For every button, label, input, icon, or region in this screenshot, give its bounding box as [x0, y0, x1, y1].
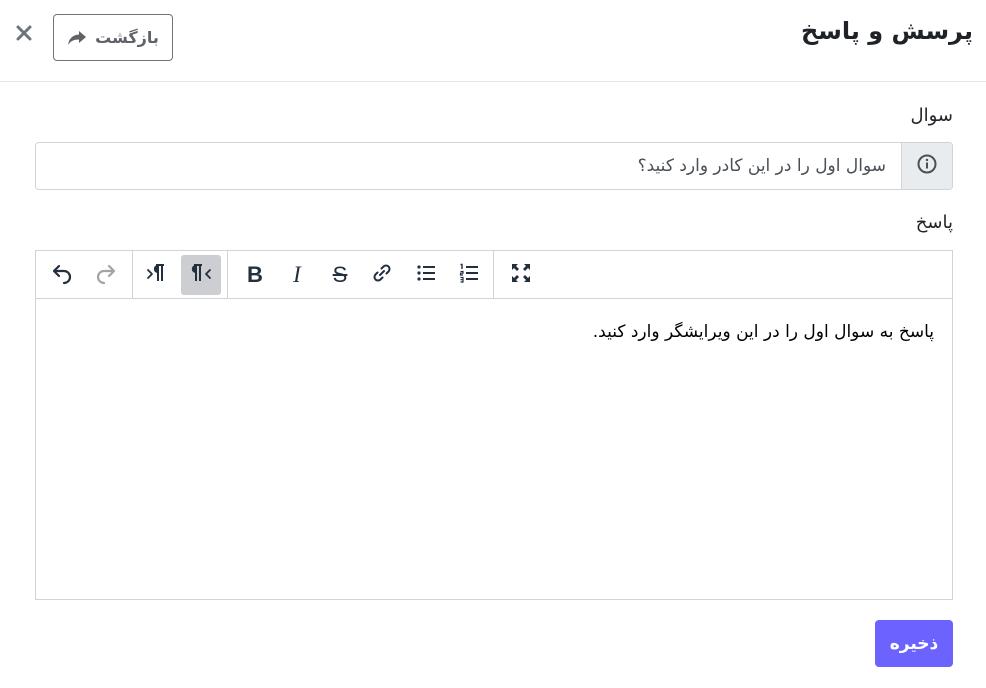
redo-button[interactable]: [86, 255, 126, 295]
bullet-list-button[interactable]: [406, 255, 446, 295]
undo-icon: [50, 261, 74, 289]
editor-content[interactable]: پاسخ به سوال اول را در این ویرایشگر وارد…: [36, 300, 952, 600]
page-title: پرسش و پاسخ: [800, 17, 973, 45]
save-button[interactable]: ذخیره: [875, 620, 953, 667]
link-icon: [370, 261, 394, 289]
bullet-list-icon: [414, 261, 438, 289]
rtl-button[interactable]: [181, 255, 221, 295]
redo-icon: [94, 261, 118, 289]
close-button[interactable]: [11, 21, 37, 49]
strike-label: S: [332, 262, 348, 287]
numbered-list-button[interactable]: [449, 255, 489, 295]
back-button[interactable]: بازگشت: [53, 14, 173, 61]
ltr-button[interactable]: [137, 255, 177, 295]
question-input[interactable]: [36, 143, 901, 189]
link-button[interactable]: [362, 255, 402, 295]
fullscreen-button[interactable]: [501, 255, 541, 295]
italic-label: I: [293, 262, 301, 287]
italic-button[interactable]: I: [277, 255, 317, 295]
toolbar-separator: [132, 251, 133, 298]
paragraph-rtl-icon: [189, 261, 213, 289]
header: بازگشت پرسش و پاسخ: [0, 0, 986, 82]
answer-label: پاسخ: [915, 212, 953, 233]
info-circle-icon: [917, 154, 937, 178]
back-button-label: بازگشت: [95, 28, 159, 47]
bold-button[interactable]: B: [235, 255, 275, 295]
paragraph-ltr-icon: [145, 261, 169, 289]
toolbar-separator: [493, 251, 494, 298]
answer-editor: B I S پاسخ به سوال اول را در این ویرایشگ…: [35, 250, 953, 600]
numbered-list-icon: [457, 261, 481, 289]
editor-paragraph: پاسخ به سوال اول را در این ویرایشگر وارد…: [592, 322, 934, 342]
question-input-group: [35, 142, 953, 190]
strikethrough-button[interactable]: S: [320, 255, 360, 295]
share-arrow-icon: [67, 30, 87, 46]
question-addon: [901, 143, 952, 189]
question-label: سوال: [910, 105, 953, 126]
editor-toolbar: B I S: [36, 251, 952, 299]
close-icon: [16, 25, 32, 45]
qa-dialog: بازگشت پرسش و پاسخ سوال پاسخ: [0, 0, 986, 688]
fullscreen-icon: [509, 261, 533, 289]
bold-label: B: [247, 262, 263, 287]
toolbar-separator: [227, 251, 228, 298]
undo-button[interactable]: [42, 255, 82, 295]
